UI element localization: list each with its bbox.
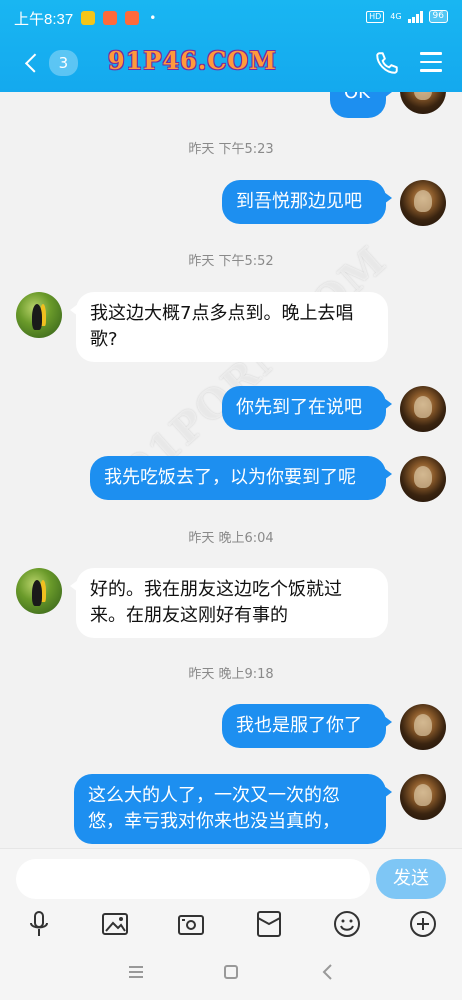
message-bubble-out[interactable]: OK: [330, 92, 392, 118]
chat-title: 91P46.COM: [108, 46, 277, 75]
hd-icon: HD: [366, 10, 385, 23]
message-bubble-out[interactable]: 你先到了在说吧: [222, 386, 392, 430]
my-avatar[interactable]: [400, 92, 446, 114]
contact-avatar[interactable]: [16, 568, 62, 614]
network-type: 4G: [390, 12, 402, 21]
my-avatar[interactable]: [400, 704, 446, 750]
emoji-icon[interactable]: [332, 909, 362, 939]
back-icon[interactable]: [316, 960, 340, 984]
send-button[interactable]: 发送: [376, 859, 446, 899]
red-packet-icon[interactable]: [254, 909, 284, 939]
message-bubble-in[interactable]: 好的。我在朋友这边吃个饭就过来。在朋友这刚好有事的: [70, 568, 388, 638]
camera-icon[interactable]: [176, 909, 206, 939]
message-bubble-out[interactable]: 到吾悦那边见吧: [222, 180, 392, 224]
system-nav-bar: [0, 944, 462, 1000]
input-area: 发送: [0, 848, 462, 944]
signal-icon: [407, 10, 423, 23]
unread-badge: 3: [48, 50, 78, 76]
my-avatar[interactable]: [400, 456, 446, 502]
message-input[interactable]: [16, 859, 370, 899]
battery-icon: 96: [428, 10, 448, 23]
my-avatar[interactable]: [400, 386, 446, 432]
timestamp: 昨天 晚上9:18: [188, 667, 274, 682]
plus-icon[interactable]: [408, 909, 438, 939]
image-icon[interactable]: [100, 909, 130, 939]
input-toolbar: [0, 907, 462, 943]
chat-area[interactable]: 91PORN.COM OK 昨天 下午5:23 到吾悦那边见吧 昨天 下午5:5…: [0, 92, 462, 848]
message-bubble-out[interactable]: 这么大的人了，一次又一次的忽悠，幸亏我对你来也没当真的，: [74, 774, 392, 844]
timestamp: 昨天 下午5:52: [188, 254, 274, 269]
menu-icon[interactable]: [124, 960, 148, 984]
back-button[interactable]: 3: [18, 48, 78, 78]
chat-header: 上午8:37 • HD 4G 96 3 91P46.COM: [0, 0, 462, 92]
notification-icon: [125, 11, 140, 25]
timestamp: 昨天 晚上6:04: [188, 531, 274, 546]
mic-icon[interactable]: [24, 909, 54, 939]
my-avatar[interactable]: [400, 774, 446, 820]
timestamp: 昨天 下午5:23: [188, 142, 274, 157]
my-avatar[interactable]: [400, 180, 446, 226]
message-bubble-in[interactable]: 我这边大概7点多点到。晚上去唱歌?: [70, 292, 388, 362]
message-bubble-out[interactable]: 我先吃饭去了，以为你要到了呢: [90, 456, 392, 500]
status-bar: 上午8:37 • HD 4G 96: [0, 0, 462, 36]
menu-icon[interactable]: [420, 52, 442, 72]
notification-icon: [81, 11, 96, 25]
phone-icon[interactable]: [374, 50, 400, 76]
notification-icon: [103, 11, 118, 25]
home-icon[interactable]: [219, 960, 243, 984]
chevron-left-icon: [24, 53, 44, 73]
status-right: HD 4G 96: [366, 10, 448, 23]
message-bubble-out[interactable]: 我也是服了你了: [222, 704, 392, 748]
status-dot: •: [149, 11, 157, 25]
nav-bar: 3 91P46.COM: [0, 40, 462, 84]
contact-avatar[interactable]: [16, 292, 62, 338]
status-time: 上午8:37: [14, 10, 74, 28]
